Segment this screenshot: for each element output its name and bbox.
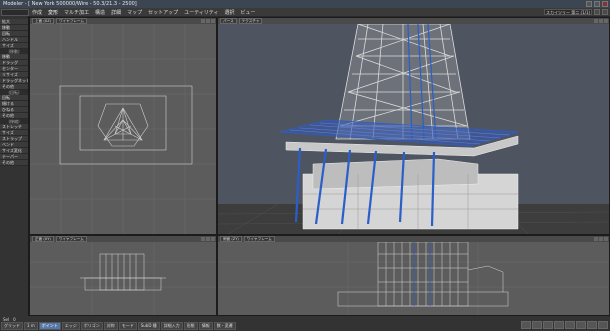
grid-label: グリッド	[1, 322, 23, 330]
tool-sidebar: 拡大 移動 回転 ハンドル サイズ (移動) 移動 ドラッグ センター リサイズ ドラッグネット その…	[0, 16, 29, 316]
status-mode-button[interactable]: 形態	[183, 322, 198, 330]
status-mode-button[interactable]: モード	[118, 322, 137, 330]
menu-item[interactable]: 構造	[92, 9, 108, 16]
layer-prev-button[interactable]	[594, 9, 600, 15]
menu-item[interactable]: 選択	[222, 9, 238, 16]
viewport-front[interactable]: 正面 (XY) ワイヤフレーム	[29, 235, 217, 316]
maximize-view-icon[interactable]	[211, 19, 215, 23]
viewport-side[interactable]: 側面 (ZY) ワイヤフレーム	[217, 235, 610, 316]
viewport-top[interactable]: 上面 (XZ) ワイヤフレーム	[29, 17, 217, 235]
move-view-icon[interactable]	[594, 19, 598, 23]
status-mode-button[interactable]: 対称	[103, 322, 118, 330]
menu-bar: 作成 変形 マルチ加工 構造 詳細 マップ セットアップ ユーティリティ 選択 ビュー スカイツリ…	[0, 8, 610, 16]
layer-button[interactable]	[554, 321, 564, 329]
sidebar-tool-button[interactable]: その他	[0, 160, 28, 166]
menu-item[interactable]: マップ	[124, 9, 145, 16]
side-view-canvas	[218, 242, 609, 315]
front-view-canvas	[30, 242, 216, 315]
maximize-icon[interactable]	[594, 1, 600, 7]
maximize-view-icon[interactable]	[211, 237, 215, 241]
viewport-perspective[interactable]: パース テクスチャ	[217, 17, 610, 235]
status-mode-button[interactable]: 情報	[198, 322, 213, 330]
zoom-view-icon[interactable]	[206, 19, 210, 23]
layer-button[interactable]	[543, 321, 553, 329]
layer-button[interactable]	[521, 321, 531, 329]
maximize-view-icon[interactable]	[604, 19, 608, 23]
layer-button[interactable]	[587, 321, 597, 329]
status-bar: Sel 0 グリッド 1 m ポイント エッジ ポリゴン 対称 モード SubD 種詳細入…	[0, 316, 610, 331]
menu-item[interactable]: 詳細	[108, 9, 124, 16]
mode-selector[interactable]	[1, 8, 29, 16]
move-view-icon[interactable]	[201, 19, 205, 23]
sel-value: 0	[13, 316, 16, 322]
menu-item[interactable]: ビュー	[238, 9, 259, 16]
layer-button[interactable]	[576, 321, 586, 329]
menu-item[interactable]: マルチ加工	[61, 9, 92, 16]
layer-combo[interactable]: スカイツリー 第二 (1/1)	[544, 9, 592, 15]
maximize-view-icon[interactable]	[604, 237, 608, 241]
zoom-view-icon[interactable]	[599, 237, 603, 241]
layer-next-button[interactable]	[602, 9, 608, 15]
menu-item[interactable]: セットアップ	[145, 9, 181, 16]
sel-label: Sel	[3, 316, 10, 322]
grid-value: 1 m	[24, 322, 38, 330]
status-mode-button[interactable]: 数・変遷	[213, 322, 236, 330]
top-view-canvas	[30, 24, 216, 234]
title-bar: Modeler - [ New York 500000/Wire - 50.3/…	[0, 0, 610, 8]
status-mode-button[interactable]: ポリゴン	[80, 322, 103, 330]
layer-button[interactable]	[598, 321, 608, 329]
status-mode-button[interactable]: 詳細入力	[160, 322, 183, 330]
menu-item[interactable]: ユーティリティ	[181, 9, 221, 16]
menu-item[interactable]: 作成	[29, 9, 45, 16]
layer-button[interactable]	[565, 321, 575, 329]
close-icon[interactable]	[602, 1, 608, 7]
perspective-canvas	[218, 24, 609, 234]
status-mode-button[interactable]: ポイント	[38, 322, 61, 330]
status-mode-button[interactable]: SubD 種	[137, 322, 160, 330]
window-title: Modeler - [ New York 500000/Wire - 50.3/…	[3, 1, 137, 7]
layer-buttons	[521, 321, 608, 329]
layer-button[interactable]	[532, 321, 542, 329]
minimize-icon[interactable]	[586, 1, 592, 7]
move-view-icon[interactable]	[201, 237, 205, 241]
move-view-icon[interactable]	[594, 237, 598, 241]
zoom-view-icon[interactable]	[206, 237, 210, 241]
menu-item[interactable]: 変形	[45, 9, 61, 16]
status-mode-button[interactable]: エッジ	[61, 322, 80, 330]
zoom-view-icon[interactable]	[599, 19, 603, 23]
